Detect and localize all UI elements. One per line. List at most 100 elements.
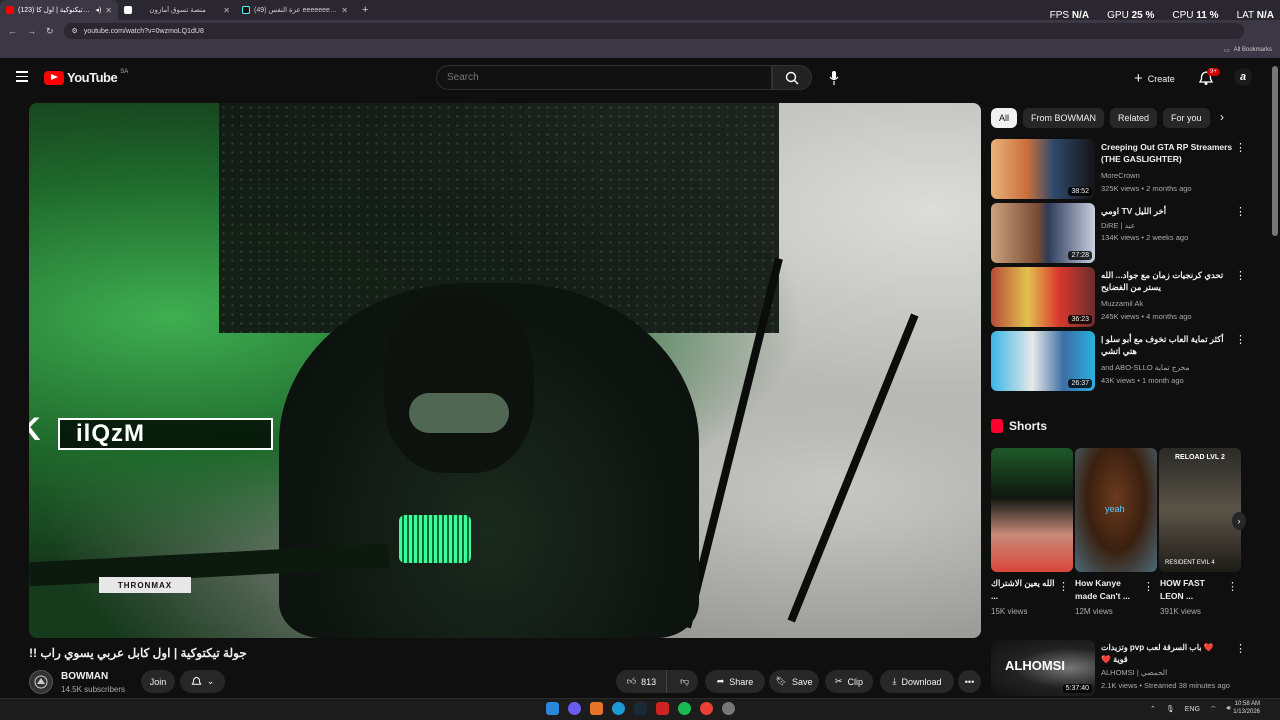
- edge-icon[interactable]: [612, 702, 625, 715]
- share-button[interactable]: ➦ Share: [705, 670, 765, 693]
- more-vert-icon[interactable]: ⋮: [1058, 580, 1069, 593]
- account-avatar[interactable]: a: [1234, 68, 1252, 86]
- windows-start-icon[interactable]: [546, 702, 559, 715]
- close-tab-icon[interactable]: ✕: [105, 6, 112, 15]
- microphone-tray-icon[interactable]: 🎙︎: [1166, 705, 1175, 713]
- spotify-icon[interactable]: [678, 702, 691, 715]
- video-title[interactable]: اومي TV أخر الليل: [1101, 205, 1237, 217]
- share-label: Share: [729, 676, 754, 687]
- app-icon[interactable]: [656, 702, 669, 715]
- new-tab-button[interactable]: +: [354, 4, 376, 16]
- stream-channel[interactable]: ALHOMSI | الحمصي: [1101, 668, 1167, 677]
- channel-name[interactable]: BOWMAN: [61, 671, 108, 682]
- channel-logo-icon: [34, 675, 48, 689]
- video-channel[interactable]: and ABO-SLLO مخرج تماية: [1101, 363, 1190, 372]
- short-thumbnail[interactable]: [991, 448, 1073, 572]
- like-button[interactable]: 👍︎ 813: [617, 670, 668, 693]
- video-thumbnail[interactable]: 26:37: [991, 331, 1095, 391]
- copilot-icon[interactable]: [568, 702, 581, 715]
- more-vert-icon[interactable]: ⋮: [1235, 642, 1246, 655]
- menu-icon[interactable]: [16, 71, 28, 82]
- channel-avatar[interactable]: [29, 670, 53, 694]
- download-button[interactable]: ⤓ Download: [880, 670, 954, 693]
- page-scrollbar[interactable]: [1272, 66, 1278, 236]
- video-channel[interactable]: Muzzamil Ak: [1101, 299, 1143, 308]
- duration-badge: 26:37: [1068, 379, 1092, 388]
- video-meta: 325K views • 2 months ago: [1101, 184, 1192, 193]
- save-button[interactable]: 🔖︎ Save: [769, 670, 819, 693]
- close-tab-icon[interactable]: ✕: [341, 6, 348, 15]
- video-title[interactable]: تحدي كرنجيات زمان مع جواد... الله يستر م…: [1101, 269, 1237, 293]
- thumbs-down-icon: 👎︎: [680, 676, 690, 686]
- join-button[interactable]: Join: [141, 670, 175, 693]
- all-bookmarks-link[interactable]: All Bookmarks: [1234, 47, 1272, 53]
- video-title[interactable]: أكثر تماية العاب تخوف مع أبو سلو | هتي ا…: [1101, 333, 1237, 357]
- recommended-video[interactable]: 38:52 Creeping Out GTA RP Streamers (THE…: [991, 139, 1261, 199]
- steam-icon[interactable]: [634, 702, 647, 715]
- video-channel[interactable]: MoreCrown: [1101, 171, 1140, 180]
- url-text: youtube.com/watch?v=0wzmoLQ1dU8: [83, 27, 204, 35]
- short-thumbnail[interactable]: yeah: [1075, 448, 1157, 572]
- more-vert-icon[interactable]: ⋮: [1235, 269, 1246, 282]
- more-vert-icon[interactable]: ⋮: [1143, 580, 1154, 593]
- short-title[interactable]: How Kanye made Can't ...: [1075, 577, 1145, 603]
- app-icon[interactable]: [590, 702, 603, 715]
- microphone-light: [399, 515, 471, 563]
- recommended-stream[interactable]: ALHOMSI 5:37:40 ❤️ باب السرقة لعب pvp وت…: [991, 640, 1261, 696]
- back-icon[interactable]: ←: [8, 26, 17, 36]
- like-dislike-group: 👍︎ 813 👎︎: [616, 670, 698, 693]
- stream-title[interactable]: ❤️ باب السرقة لعب pvp وتزيدات قوية ❤️: [1101, 642, 1229, 666]
- search-button[interactable]: [772, 65, 812, 90]
- chip-from-channel[interactable]: From BOWMAN: [1023, 108, 1105, 128]
- bookmarks-bar: ▭ All Bookmarks: [0, 42, 1280, 58]
- chip-for-you[interactable]: For you: [1163, 108, 1210, 128]
- browser-tab-youtube[interactable]: (123) جولة تيكتوكية | اول كا ◂) ✕: [0, 0, 118, 20]
- dislike-button[interactable]: 👎︎: [672, 676, 697, 687]
- more-vert-icon[interactable]: ⋮: [1235, 333, 1246, 346]
- create-button[interactable]: + Create: [1134, 70, 1175, 87]
- recommended-video[interactable]: 36:23 تحدي كرنجيات زمان مع جواد... الله …: [991, 267, 1261, 327]
- chevron-right-icon[interactable]: ›: [1220, 110, 1224, 124]
- speaker-icon[interactable]: ◂): [95, 6, 101, 14]
- more-vert-icon[interactable]: ⋮: [1235, 141, 1246, 154]
- url-field[interactable]: ⚙ youtube.com/watch?v=0wzmoLQ1dU8: [63, 23, 1244, 39]
- settings-gear-icon[interactable]: [722, 702, 735, 715]
- wifi-icon[interactable]: ⌔: [1210, 705, 1217, 714]
- stream-thumbnail[interactable]: ALHOMSI 5:37:40: [991, 640, 1095, 696]
- clip-button[interactable]: ✂ Clip: [825, 670, 873, 693]
- short-title[interactable]: HOW FAST LEON ...: [1160, 577, 1230, 603]
- forward-icon[interactable]: →: [27, 26, 36, 36]
- more-vert-icon[interactable]: ⋮: [1235, 205, 1246, 218]
- site-info-icon[interactable]: ⚙: [72, 27, 78, 35]
- voice-search-button[interactable]: [826, 70, 842, 86]
- chrome-icon[interactable]: [700, 702, 713, 715]
- browser-tab-tiktok[interactable]: (49) عزة النفس eeeeeeeeeeee ✕: [236, 0, 354, 20]
- short-title[interactable]: الله يعين الاشتراك ...: [991, 577, 1061, 603]
- subscription-bell-button[interactable]: ⌄: [180, 670, 225, 693]
- video-channel[interactable]: DiRE | عيد: [1101, 221, 1135, 230]
- more-actions-button[interactable]: •••: [958, 670, 981, 693]
- video-meta: 134K views • 2 weeks ago: [1101, 233, 1189, 242]
- youtube-logo[interactable]: YouTube SA: [44, 69, 128, 85]
- browser-tab-amazon[interactable]: منصة تسوق أمازون ✕: [118, 0, 236, 20]
- language-indicator[interactable]: ENG: [1185, 706, 1200, 713]
- create-label: Create: [1147, 73, 1175, 84]
- video-title[interactable]: Creeping Out GTA RP Streamers (THE GASLI…: [1101, 141, 1237, 165]
- chip-related[interactable]: Related: [1110, 108, 1158, 128]
- shorts-next-button[interactable]: ›: [1232, 512, 1246, 530]
- short-views: 12M views: [1075, 607, 1113, 616]
- chevron-up-icon[interactable]: ⌃: [1150, 705, 1156, 713]
- search-input[interactable]: [436, 65, 772, 90]
- chip-all[interactable]: All: [991, 108, 1018, 128]
- video-player[interactable]: THRONMAX K ilQzM: [29, 103, 981, 638]
- video-thumbnail[interactable]: 36:23: [991, 267, 1095, 327]
- video-thumbnail[interactable]: 27:28: [991, 203, 1095, 263]
- recommended-video[interactable]: 26:37 أكثر تماية العاب تخوف مع أبو سلو |…: [991, 331, 1261, 391]
- reload-icon[interactable]: ↻: [46, 26, 54, 37]
- recommended-video[interactable]: 27:28 اومي TV أخر الليل DiRE | عيد 134K …: [991, 203, 1261, 263]
- system-clock[interactable]: 10:58 AM 1/13/2026: [1230, 700, 1260, 716]
- more-vert-icon[interactable]: ⋮: [1227, 580, 1238, 593]
- short-thumbnail[interactable]: RELOAD LVL 2 RESIDENT EVIL 4: [1159, 448, 1241, 572]
- close-tab-icon[interactable]: ✕: [223, 6, 230, 15]
- video-thumbnail[interactable]: 38:52: [991, 139, 1095, 199]
